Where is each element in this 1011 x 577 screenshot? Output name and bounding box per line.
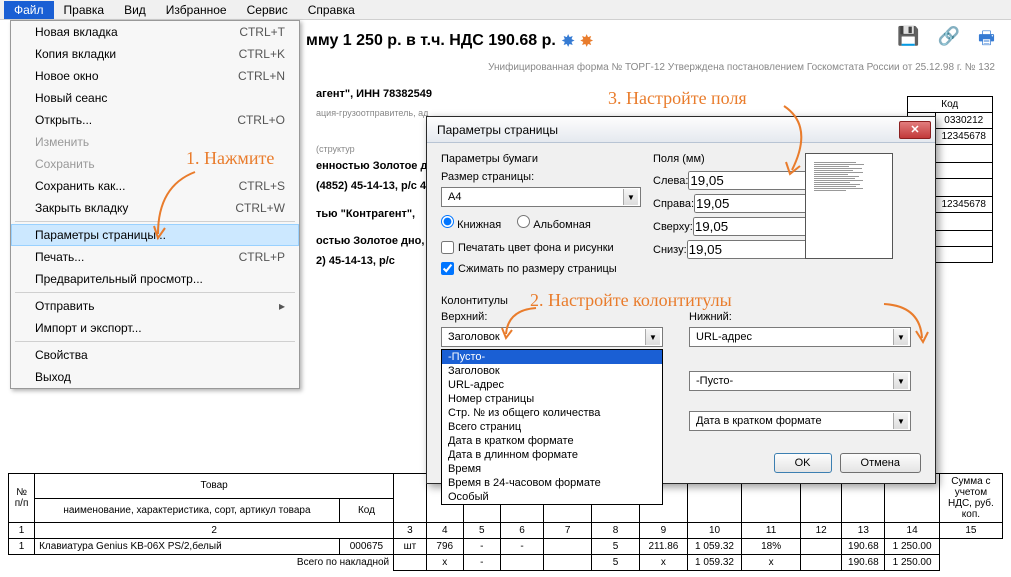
table-row: 1Клавиатура Genius KB-06X PS/2,белый0006… [9,539,1003,555]
dropdown-option[interactable]: -Пусто- [442,350,662,364]
dialog-title-text: Параметры страницы [437,123,558,137]
menu-item[interactable]: Печать...CTRL+P [11,246,299,268]
print-bg-checkbox[interactable]: Печатать цвет фона и рисунки [441,239,641,256]
page-setup-dialog: Параметры страницы ✕ Параметры бумаги Ра… [426,116,936,484]
menu-view[interactable]: Вид [114,1,156,19]
menu-item[interactable]: Параметры страницы... [11,224,299,246]
menu-item[interactable]: Отправить▸ [11,295,299,317]
menu-item[interactable]: Новое окноCTRL+N [11,65,299,87]
header-label: Верхний: [441,311,663,323]
dropdown-option[interactable]: Стр. № из общего количества [442,406,662,420]
page-size-label: Размер страницы: [441,171,641,183]
dropdown-option[interactable]: Дата в кратком формате [442,434,662,448]
link-icon[interactable]: 🔗 [938,26,960,56]
menu-item[interactable]: Свойства [11,344,299,366]
menu-item[interactable]: Предварительный просмотр... [11,268,299,290]
close-icon[interactable]: ✕ [899,121,931,139]
cancel-button[interactable]: Отмена [840,453,921,473]
footer-combo-1[interactable]: URL-адрес▼ [689,327,911,347]
chevron-down-icon: ▼ [623,189,638,205]
dropdown-option[interactable]: URL-адрес [442,378,662,392]
menubar: Файл Правка Вид Избранное Сервис Справка [0,0,1011,20]
chevron-down-icon: ▼ [893,413,908,429]
margin-right-label: Справа: [653,198,694,210]
footer-label: Нижний: [689,311,911,323]
fragment-contr: агент", ИНН 78382549 [316,88,432,100]
dropdown-option[interactable]: Заголовок [442,364,662,378]
margins-group-label: Поля (мм) [653,153,793,165]
fragment-line1b: (4852) 45-14-13, р/с 4 [316,180,426,192]
menu-item[interactable]: Копия вкладкиCTRL+K [11,43,299,65]
menu-item[interactable]: Новая вкладкаCTRL+T [11,21,299,43]
footer-combo-2[interactable]: -Пусто-▼ [689,371,911,391]
menu-item: Изменить [11,131,299,153]
ok-button[interactable]: OK [774,453,832,473]
menu-item[interactable]: Выход [11,366,299,388]
file-menu-dropdown: Новая вкладкаCTRL+TКопия вкладкиCTRL+KНо… [10,20,300,389]
headers-footers-label: Колонтитулы [441,295,921,307]
footer-combo-3[interactable]: Дата в кратком формате▼ [689,411,911,431]
fragment-line3b: 2) 45-14-13, р/с [316,255,395,267]
header-dropdown-list: -Пусто-ЗаголовокURL-адресНомер страницыС… [441,349,663,505]
chevron-down-icon: ▼ [893,329,908,345]
margin-top-label: Сверху: [653,221,693,233]
menu-edit[interactable]: Правка [54,1,115,19]
save-icon[interactable]: 💾 [897,26,919,56]
menu-help[interactable]: Справка [298,1,365,19]
summary-text: мму 1 250 р. в т.ч. НДС 190.68 р. [306,32,556,50]
dropdown-option[interactable]: Дата в длинном формате [442,448,662,462]
page-preview [805,153,893,259]
menu-item[interactable]: Открыть...CTRL+O [11,109,299,131]
dropdown-option[interactable]: Номер страницы [442,392,662,406]
dialog-titlebar: Параметры страницы ✕ [427,117,935,143]
header-combo-1[interactable]: Заголовок▼ [441,327,663,347]
orientation-portrait[interactable]: Книжная [441,215,501,231]
menu-file[interactable]: Файл [4,1,54,19]
menu-item[interactable]: Новый сеанс [11,87,299,109]
rosette-orange-icon: ✸ [580,32,593,50]
menu-item: Сохранить [11,153,299,175]
fragment-line3: остью Золотое дно, И [316,235,435,247]
chevron-down-icon: ▼ [645,329,660,345]
fragment-line1: енностью Золотое д [316,160,427,172]
dropdown-option[interactable]: Особый [442,490,662,504]
menu-item[interactable]: Сохранить как...CTRL+S [11,175,299,197]
margin-left-label: Слева: [653,175,688,187]
print-icon[interactable]: 🖶 [978,26,995,56]
dropdown-option[interactable]: Время [442,462,662,476]
dropdown-option[interactable]: Всего страниц [442,420,662,434]
shrink-to-fit-checkbox[interactable]: Сжимать по размеру страницы [441,260,641,277]
chevron-down-icon: ▼ [893,373,908,389]
menu-item[interactable]: Импорт и экспорт... [11,317,299,339]
rosette-blue-icon: ✸ [562,32,575,50]
menu-item[interactable]: Закрыть вкладкуCTRL+W [11,197,299,219]
page-size-combo[interactable]: A4▼ [441,187,641,207]
paper-group-label: Параметры бумаги [441,153,641,165]
margin-bottom-label: Снизу: [653,244,687,256]
menu-service[interactable]: Сервис [237,1,298,19]
menu-favorites[interactable]: Избранное [156,1,237,19]
dropdown-option[interactable]: Время в 24-часовом формате [442,476,662,490]
orientation-landscape[interactable]: Альбомная [517,215,591,231]
fragment-line2: тью "Контрагент", [316,208,415,220]
